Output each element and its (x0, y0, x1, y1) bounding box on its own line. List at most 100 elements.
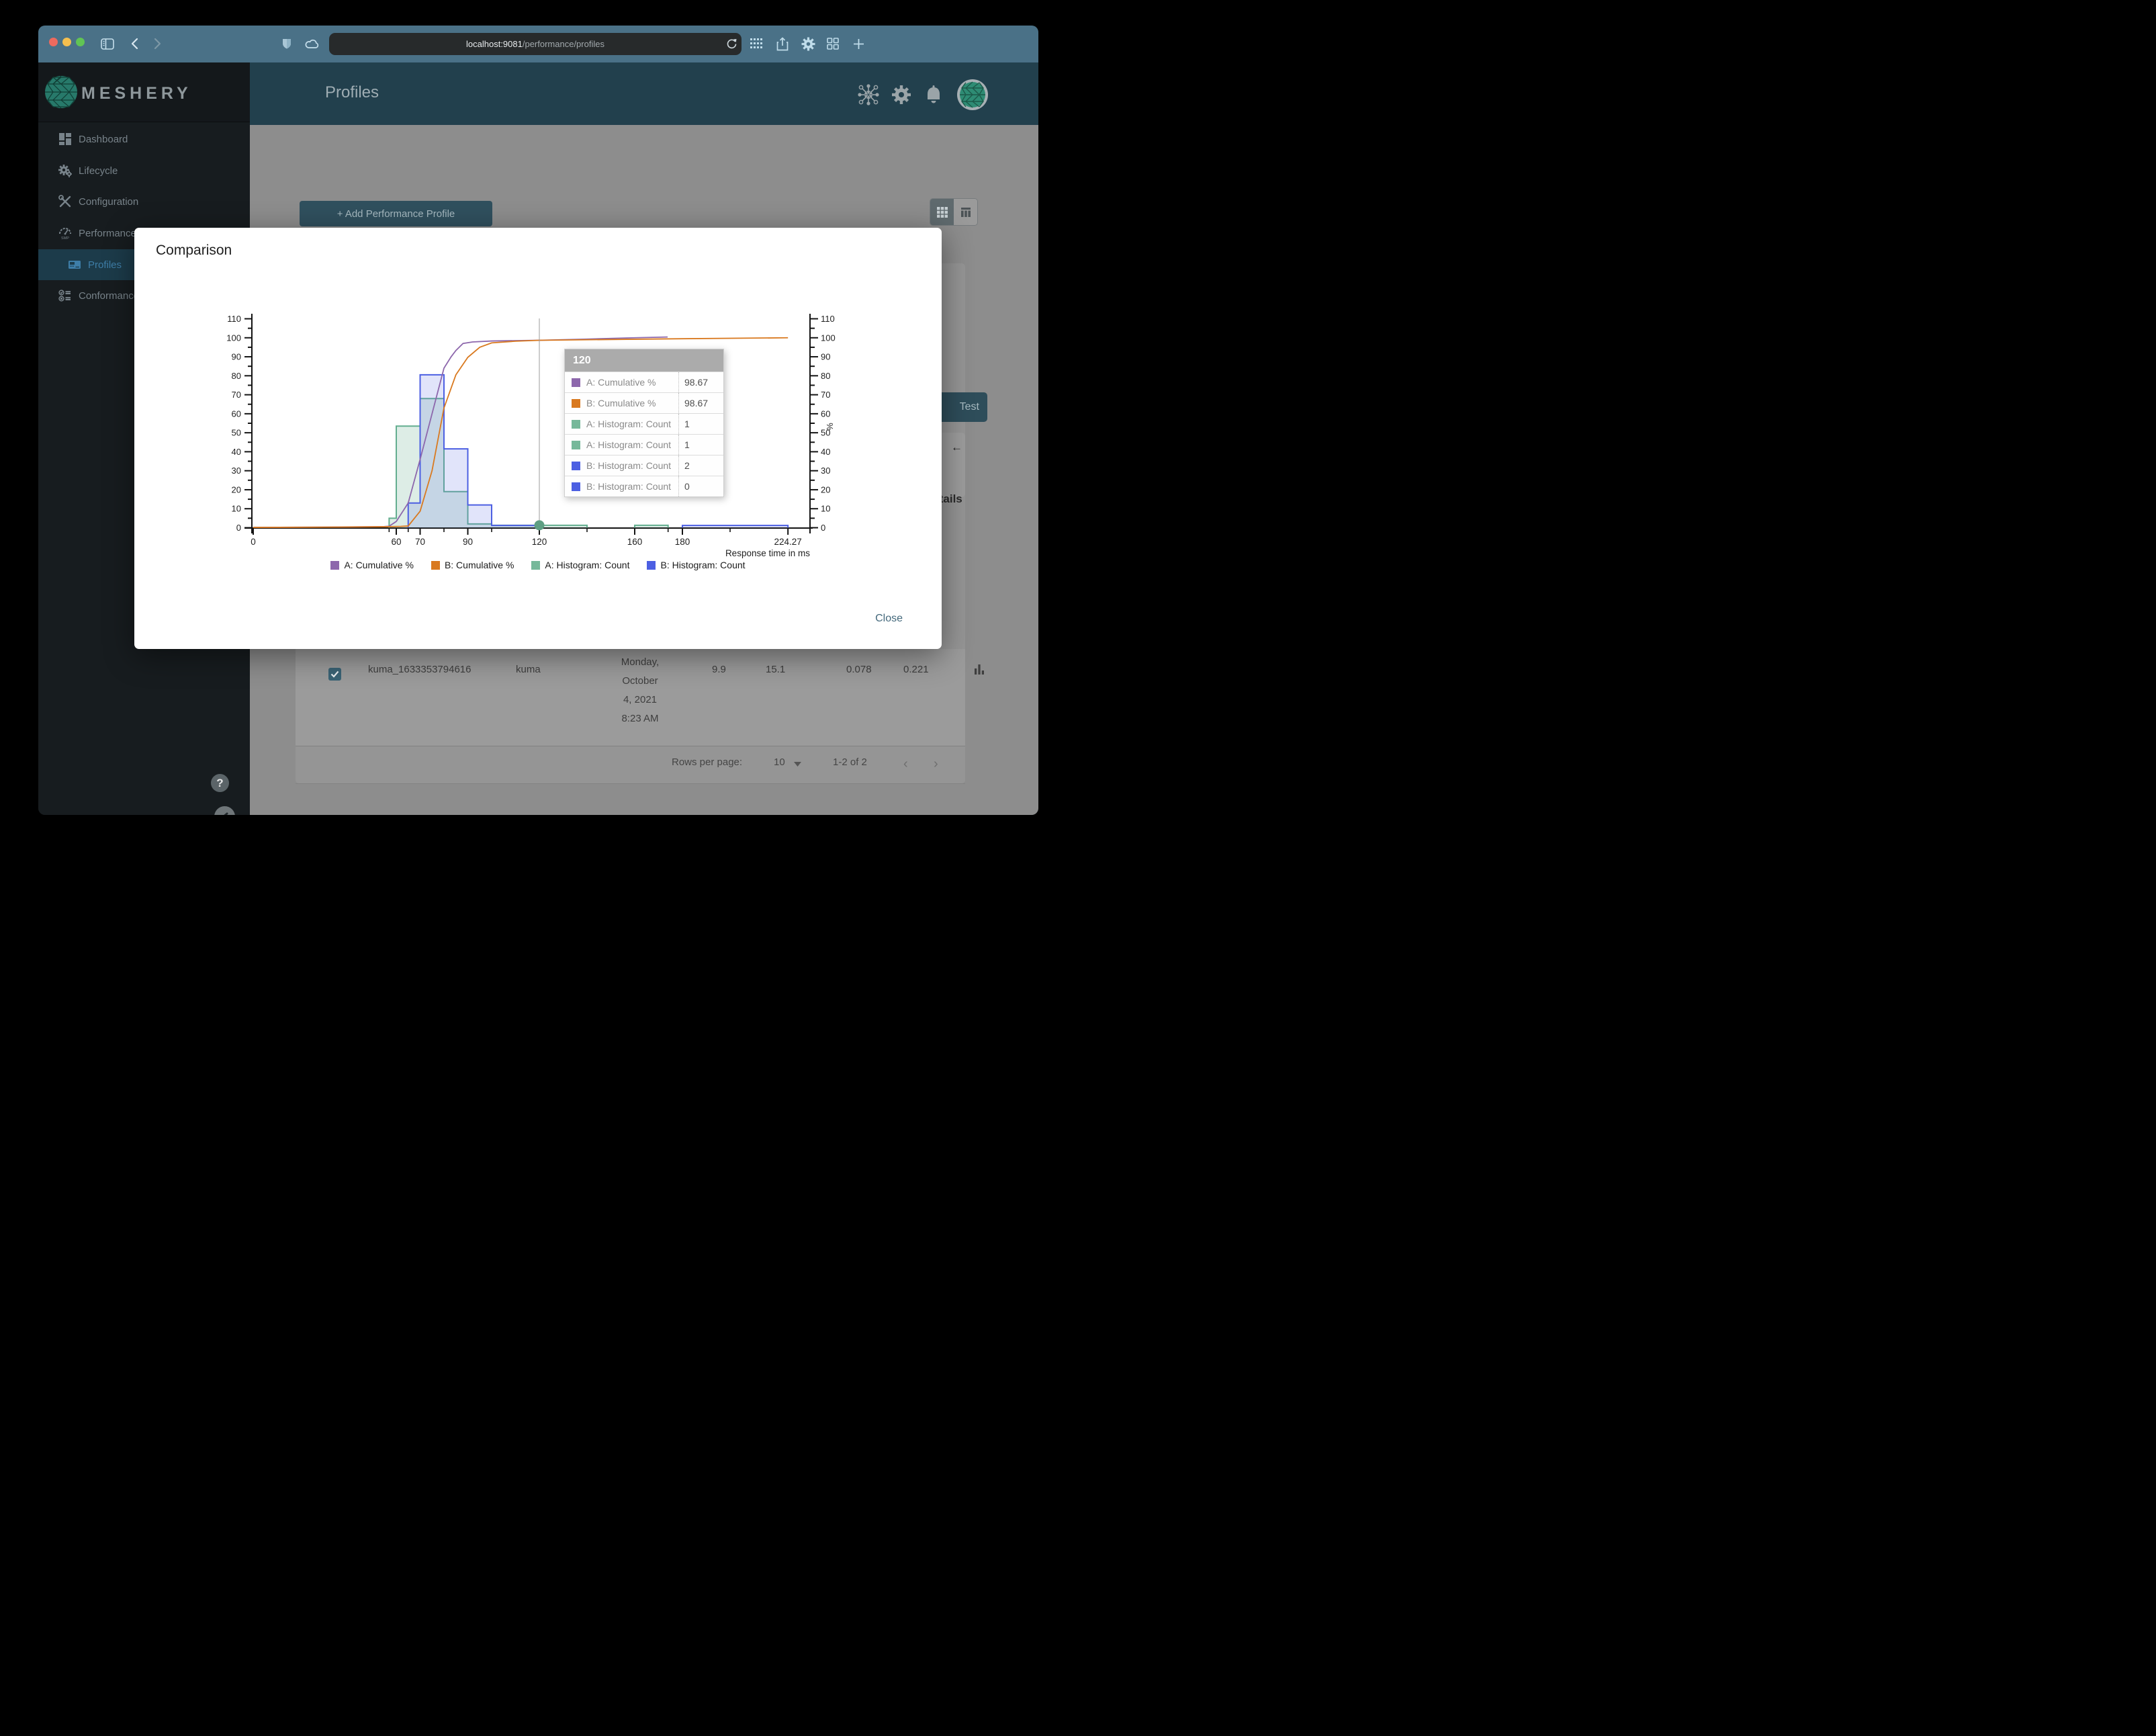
legend-item[interactable]: B: Histogram: Count (647, 560, 746, 570)
page-title: Profiles (325, 83, 379, 101)
svg-text:60: 60 (391, 537, 401, 547)
legend-item[interactable]: A: Histogram: Count (531, 560, 629, 570)
notifications-bell-icon[interactable] (922, 83, 946, 107)
pagination-range: 1-2 of 2 (833, 756, 867, 768)
new-tab-icon[interactable] (848, 34, 868, 54)
series-swatch (572, 461, 580, 470)
traffic-light-zoom[interactable] (76, 38, 85, 46)
sidebar-item-lifecycle[interactable]: Lifecycle (38, 155, 250, 186)
arrow-left-icon[interactable]: ← (951, 441, 962, 454)
grid-view-icon (936, 206, 948, 218)
traffic-light-close[interactable] (49, 38, 58, 46)
browser-toolbar: localhost:9081/performance/profiles (38, 26, 1038, 62)
sidebar-item-label: Configuration (79, 196, 139, 208)
reload-icon[interactable] (721, 34, 742, 54)
tooltip-row: B: Histogram: Count 0 (565, 476, 723, 496)
table-row: kuma_1633353794616 kuma Monday, October … (296, 649, 984, 746)
legend-swatch (531, 560, 541, 570)
svg-text:110: 110 (227, 314, 241, 324)
row-p99: 0.221 (903, 664, 929, 675)
privacy-shield-icon (277, 34, 297, 54)
mesh-adapters-icon[interactable] (856, 83, 881, 107)
help-button[interactable]: ? (211, 774, 229, 792)
tooltip-row: A: Histogram: Count 1 (565, 434, 723, 455)
tab-overview-icon[interactable] (823, 34, 843, 54)
close-button[interactable]: Close (875, 613, 903, 625)
svg-text:20: 20 (821, 484, 830, 494)
row-profile-name: kuma_1633353794616 (368, 664, 471, 675)
grid-view-button[interactable] (930, 199, 954, 225)
svg-text:120: 120 (532, 537, 547, 547)
add-performance-profile-button[interactable]: + Add Performance Profile (300, 201, 492, 226)
url-host: localhost:9081 (466, 39, 523, 49)
svg-text:0: 0 (236, 523, 241, 533)
series-swatch (572, 398, 580, 408)
chevron-left-icon (223, 812, 228, 815)
traffic-light-minimize[interactable] (62, 38, 71, 46)
next-page-icon[interactable]: › (934, 756, 938, 772)
url-bar[interactable]: localhost:9081/performance/profiles (329, 33, 742, 55)
settings-gear-icon[interactable] (798, 34, 818, 54)
chart-canvas[interactable]: 0 010 1020 2030 3040 4050 5060 6070 7080 8090 9010… (175, 288, 940, 584)
svg-text:Response time in ms: Response time in ms (725, 548, 810, 558)
series-swatch (572, 378, 580, 387)
profile-board-icon (69, 261, 81, 269)
svg-text:80: 80 (821, 371, 830, 381)
check-icon (330, 670, 339, 678)
app-grid-icon[interactable] (747, 34, 767, 54)
chart-legend: A: Cumulative % B: Cumulative % A: Histo… (134, 560, 942, 570)
svg-text:70: 70 (821, 390, 830, 400)
svg-text:%: % (825, 423, 835, 431)
cloud-icon[interactable] (302, 34, 322, 54)
svg-text:70: 70 (415, 537, 425, 547)
svg-text:100: 100 (821, 333, 836, 343)
sidebar-toggle-icon[interactable] (97, 34, 118, 54)
sidebar-item-dashboard[interactable]: Dashboard (38, 124, 250, 155)
svg-text:SMP: SMP (61, 236, 69, 240)
svg-text:20: 20 (232, 484, 241, 494)
row-chart-icon[interactable] (974, 664, 985, 675)
tools-icon (58, 195, 71, 208)
tooltip-row: B: Histogram: Count 2 (565, 455, 723, 476)
forward-button-icon[interactable] (148, 34, 168, 54)
card-bottom-divider (296, 783, 965, 784)
share-icon[interactable] (772, 34, 793, 54)
svg-text:90: 90 (463, 537, 473, 547)
comparison-modal: Comparison 0 0 10 10 20 20 30 30 40 40 50 50 60 60 70 7… (134, 228, 942, 649)
sidebar-item-configuration[interactable]: Configuration (38, 186, 250, 217)
svg-text:40: 40 (232, 447, 241, 457)
legend-item[interactable]: A: Cumulative % (330, 560, 414, 570)
gears-icon (58, 165, 72, 177)
svg-text:0: 0 (821, 523, 825, 533)
svg-text:40: 40 (821, 447, 830, 457)
svg-text:30: 30 (232, 466, 241, 476)
tooltip-row: B: Cumulative % 98.67 (565, 392, 723, 413)
tooltip-row: A: Histogram: Count 1 (565, 413, 723, 434)
back-button-icon[interactable] (124, 34, 144, 54)
table-view-button[interactable] (954, 199, 977, 225)
svg-text:224.27: 224.27 (774, 537, 802, 547)
collapse-sidebar-button[interactable] (214, 806, 235, 815)
svg-text:60: 60 (232, 408, 241, 419)
sidebar-item-label: Dashboard (79, 133, 128, 145)
row-checkbox[interactable] (328, 668, 341, 681)
dropdown-caret-icon[interactable] (794, 762, 801, 767)
settings-gear-icon[interactable] (889, 83, 913, 107)
previous-page-icon[interactable]: ‹ (903, 756, 908, 772)
svg-text:70: 70 (232, 390, 241, 400)
sidebar-item-label: Conformance (79, 290, 140, 302)
sidebar-item-label: Profiles (88, 259, 122, 271)
rows-per-page-value[interactable]: 10 (774, 756, 785, 768)
row-p50: 0.078 (846, 664, 872, 675)
row-qps: 9.9 (712, 664, 726, 675)
legend-item[interactable]: B: Cumulative % (431, 560, 514, 570)
comparison-chart[interactable]: 0 0 10 10 20 20 30 30 40 40 50 50 60 60 70 70 80 80 90 90 10… (175, 288, 940, 584)
browser-window: localhost:9081/performance/profiles MESH… (38, 26, 1038, 815)
svg-text:160: 160 (627, 537, 643, 547)
meshery-logo-icon (45, 75, 77, 109)
svg-text:30: 30 (821, 466, 830, 476)
series-swatch (572, 440, 580, 449)
user-avatar[interactable] (956, 79, 989, 111)
dashboard-icon (59, 133, 71, 145)
sidebar-item-label: Performance (79, 227, 136, 239)
